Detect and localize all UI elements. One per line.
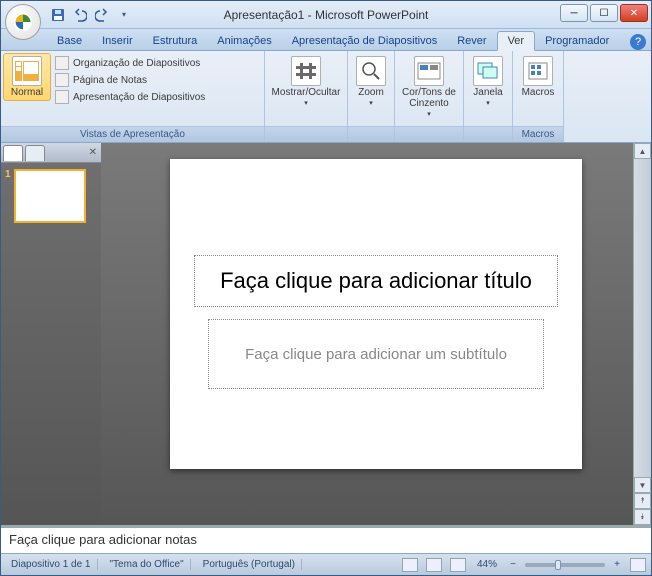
color-grayscale-icon	[414, 56, 444, 86]
subtitle-placeholder-text: Faça clique para adicionar um subtítulo	[245, 346, 507, 363]
zoom-label: Zoom	[358, 87, 384, 98]
slide-canvas[interactable]: Faça clique para adicionar título Faça c…	[170, 159, 582, 469]
slideshow-shortcut[interactable]	[450, 558, 466, 572]
notes-placeholder-text: Faça clique para adicionar notas	[9, 532, 197, 547]
ribbon-group-views: Normal Organização de Diapositivos Págin…	[1, 51, 265, 142]
zoom-slider[interactable]	[525, 563, 605, 567]
outline-tab[interactable]	[25, 145, 45, 161]
prev-slide-icon[interactable]: ⯭	[634, 493, 651, 509]
title-placeholder[interactable]: Faça clique para adicionar título	[194, 255, 558, 307]
notes-pane[interactable]: Faça clique para adicionar notas	[1, 525, 651, 553]
ribbon-group-color: Cor/Tons de Cinzento ▾	[395, 51, 464, 142]
zoom-in-button[interactable]: +	[611, 559, 623, 570]
thumbnail-item[interactable]: 1	[5, 169, 97, 223]
thumbnail-tabs: ✕	[1, 143, 101, 163]
status-language[interactable]: Português (Portugal)	[197, 559, 302, 570]
notes-page-label: Página de Notas	[73, 75, 147, 86]
slides-tab[interactable]	[3, 145, 23, 161]
showhide-button[interactable]: Mostrar/Ocultar ▾	[267, 53, 345, 110]
notes-page-button[interactable]: Página de Notas	[52, 72, 208, 88]
notes-page-icon	[55, 73, 69, 87]
slide-sorter-button[interactable]: Organização de Diapositivos	[52, 55, 208, 71]
titlebar: ▾ Apresentação1 - Microsoft PowerPoint ─…	[1, 1, 651, 29]
chevron-down-icon: ▾	[369, 99, 373, 107]
app-window: ▾ Apresentação1 - Microsoft PowerPoint ─…	[0, 0, 652, 576]
status-theme: "Tema do Office"	[104, 559, 191, 570]
help-icon[interactable]: ?	[630, 34, 646, 50]
scroll-down-icon[interactable]: ▼	[634, 477, 651, 493]
color-grayscale-button[interactable]: Cor/Tons de Cinzento ▾	[397, 53, 461, 121]
ribbon-group-views-label: Vistas de Apresentação	[1, 126, 264, 142]
normal-view-label: Normal	[11, 87, 43, 98]
office-button[interactable]	[5, 4, 41, 40]
vertical-scrollbar[interactable]: ▲ ▼ ⯭ ⯯	[633, 143, 651, 525]
close-pane-icon[interactable]: ✕	[89, 147, 97, 158]
macros-label: Macros	[522, 87, 555, 98]
showhide-label: Mostrar/Ocultar	[272, 87, 341, 98]
redo-icon[interactable]	[93, 6, 111, 24]
slideshow-view-icon	[55, 90, 69, 104]
tab-rever[interactable]: Rever	[447, 32, 496, 50]
next-slide-icon[interactable]: ⯯	[634, 509, 651, 525]
zoom-icon	[356, 56, 386, 86]
chevron-down-icon: ▾	[486, 99, 490, 107]
showhide-icon	[291, 56, 321, 86]
tab-ver[interactable]: Ver	[497, 31, 536, 51]
statusbar: Diapositivo 1 de 1 "Tema do Office" Port…	[1, 553, 651, 575]
color-grayscale-label: Cor/Tons de Cinzento	[400, 87, 458, 109]
status-zoom-label[interactable]: 44%	[473, 559, 501, 570]
slideshow-view-button[interactable]: Apresentação de Diapositivos	[52, 89, 208, 105]
normal-view-shortcut[interactable]	[402, 558, 418, 572]
ribbon: Normal Organização de Diapositivos Págin…	[1, 51, 651, 143]
window-label: Janela	[473, 87, 502, 98]
undo-icon[interactable]	[71, 6, 89, 24]
ribbon-group-zoom: Zoom ▾	[348, 51, 395, 142]
slide-sorter-icon	[55, 56, 69, 70]
zoom-button[interactable]: Zoom ▾	[350, 53, 392, 110]
minimize-button[interactable]: ─	[560, 4, 588, 22]
tab-inserir[interactable]: Inserir	[92, 32, 143, 50]
tab-base[interactable]: Base	[47, 32, 92, 50]
quick-access-toolbar: ▾	[49, 6, 133, 24]
window-button[interactable]: Janela ▾	[466, 53, 510, 110]
thumbnail-preview[interactable]	[14, 169, 86, 223]
normal-view-icon	[12, 56, 42, 86]
thumbnail-pane: ✕ 1	[1, 143, 101, 525]
tab-estrutura[interactable]: Estrutura	[143, 32, 208, 50]
tab-animacoes[interactable]: Animações	[207, 32, 281, 50]
thumbnail-number: 1	[5, 169, 11, 223]
macros-button[interactable]: Macros	[515, 53, 561, 101]
scroll-up-icon[interactable]: ▲	[634, 143, 651, 159]
ribbon-group-window: Janela ▾	[464, 51, 513, 142]
close-button[interactable]: ✕	[620, 4, 648, 22]
maximize-button[interactable]: ☐	[590, 4, 618, 22]
tab-programador[interactable]: Programador	[535, 32, 619, 50]
save-icon[interactable]	[49, 6, 67, 24]
window-controls: ─ ☐ ✕	[560, 4, 648, 22]
ribbon-group-showhide: Mostrar/Ocultar ▾	[265, 51, 348, 142]
qat-customize-icon[interactable]: ▾	[115, 6, 133, 24]
chevron-down-icon: ▾	[427, 110, 431, 118]
window-icon	[473, 56, 503, 86]
slideshow-view-label: Apresentação de Diapositivos	[73, 92, 205, 103]
thumbnails-list[interactable]: 1	[1, 163, 101, 525]
zoom-out-button[interactable]: −	[507, 559, 519, 570]
chevron-down-icon: ▾	[304, 99, 308, 107]
slide-area: Faça clique para adicionar título Faça c…	[101, 143, 651, 525]
tab-apresentacao[interactable]: Apresentação de Diapositivos	[282, 32, 448, 50]
workspace: ✕ 1 Faça clique para adicionar título Fa…	[1, 143, 651, 525]
subtitle-placeholder[interactable]: Faça clique para adicionar um subtítulo	[208, 319, 544, 389]
macros-icon	[523, 56, 553, 86]
ribbon-tabs: Base Inserir Estrutura Animações Apresen…	[1, 29, 651, 51]
normal-view-button[interactable]: Normal	[3, 53, 51, 101]
slide-sorter-label: Organização de Diapositivos	[73, 58, 200, 69]
zoom-slider-thumb[interactable]	[555, 560, 561, 570]
sorter-view-shortcut[interactable]	[426, 558, 442, 572]
status-slide-position: Diapositivo 1 de 1	[5, 559, 98, 570]
ribbon-group-macros: Macros Macros	[513, 51, 564, 142]
title-placeholder-text: Faça clique para adicionar título	[220, 268, 532, 294]
fit-to-window-button[interactable]	[630, 558, 646, 572]
ribbon-group-macros-label: Macros	[513, 126, 563, 142]
